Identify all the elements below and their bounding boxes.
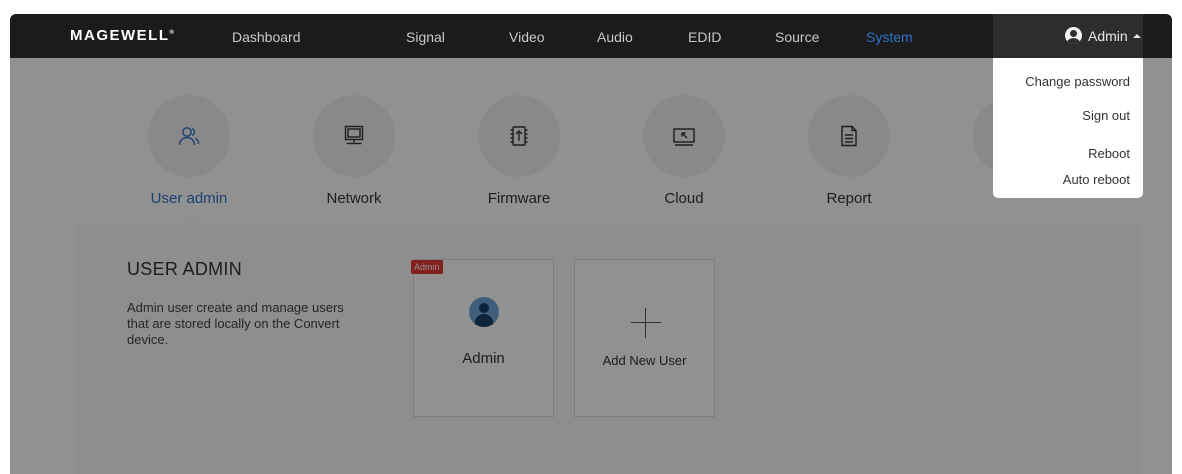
caret-up-icon <box>1133 34 1141 38</box>
app-window: MAGEWELL® Dashboard Signal Video Audio E… <box>10 14 1172 474</box>
user-avatar-icon <box>1065 27 1082 44</box>
menu-item-change-password[interactable]: Change password <box>1025 74 1130 89</box>
nav-source[interactable]: Source <box>775 29 819 45</box>
menu-item-reboot[interactable]: Reboot <box>1088 146 1130 161</box>
user-menu-button[interactable]: Admin <box>993 14 1143 58</box>
nav-audio[interactable]: Audio <box>597 29 633 45</box>
menu-item-sign-out[interactable]: Sign out <box>1082 108 1130 123</box>
user-dropdown-menu: Change password Sign out Reboot Auto reb… <box>993 58 1143 198</box>
nav-system[interactable]: System <box>866 29 913 45</box>
nav-dashboard[interactable]: Dashboard <box>232 29 301 45</box>
menu-item-auto-reboot[interactable]: Auto reboot <box>1063 172 1130 187</box>
top-navbar: MAGEWELL® Dashboard Signal Video Audio E… <box>10 14 1172 58</box>
user-menu-label: Admin <box>1088 28 1128 44</box>
nav-edid[interactable]: EDID <box>688 29 721 45</box>
nav-signal[interactable]: Signal <box>406 29 445 45</box>
nav-video[interactable]: Video <box>509 29 545 45</box>
magewell-logo[interactable]: MAGEWELL® <box>70 27 174 44</box>
